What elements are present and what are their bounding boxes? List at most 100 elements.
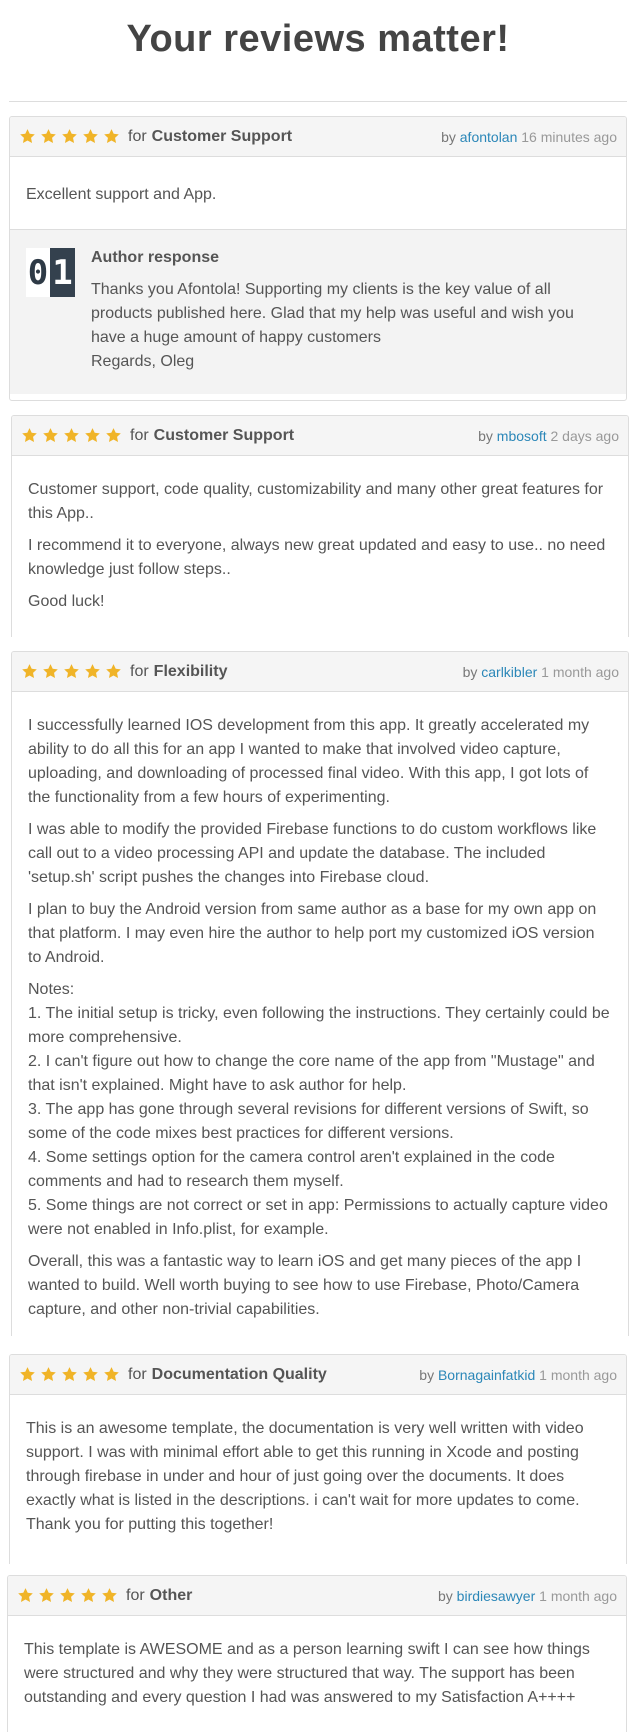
by-label: by [419, 1366, 435, 1383]
notes-heading: Notes: [28, 981, 75, 998]
review-text: This is an awesome template, the documen… [26, 1420, 584, 1533]
review-text: Excellent support and App. [26, 186, 217, 203]
review-card: for Customer Support by afontolan 16 min… [9, 116, 627, 401]
review-meta: by birdiesawyer 1 month ago [438, 1588, 617, 1604]
star-icon [39, 1588, 54, 1602]
by-label: by [441, 128, 456, 145]
author-link[interactable]: mbosoft [497, 428, 547, 444]
star-rating [21, 427, 122, 444]
star-icon [20, 1367, 35, 1381]
response-title: Author response [91, 249, 220, 266]
review-meta: by mbosoft 2 days ago [478, 428, 619, 444]
review-header: for Flexibility by carlkibler 1 month ag… [12, 652, 628, 692]
author-link[interactable]: carlkibler [481, 664, 537, 680]
star-icon [41, 1367, 56, 1381]
reviews-page: Your reviews matter! for Customer Suppor… [0, 0, 636, 1732]
review-category: Customer Support [151, 127, 293, 145]
review-body: This template is AWESOME and as a person… [8, 1616, 626, 1726]
for-label: for [128, 1365, 147, 1383]
review-text: I plan to buy the Android version from s… [28, 901, 597, 966]
star-icon [62, 129, 77, 143]
review-card: for Documentation Quality by Bornagainfa… [9, 1354, 627, 1564]
star-icon [43, 428, 58, 442]
review-time: 1 month ago [539, 1587, 617, 1604]
by-label: by [462, 663, 478, 680]
star-icon [22, 428, 37, 442]
review-meta: by carlkibler 1 month ago [463, 664, 619, 680]
review-text: I successfully learned IOS development f… [28, 717, 590, 806]
review-category: Flexibility [153, 662, 228, 680]
star-icon [41, 129, 56, 143]
review-time: 1 month ago [539, 1366, 617, 1383]
response-text: Thanks you Afontola! Supporting my clien… [91, 281, 574, 346]
review-time: 16 minutes ago [521, 128, 617, 145]
star-icon [106, 664, 121, 678]
star-icon [64, 664, 79, 678]
star-icon [104, 1367, 119, 1381]
star-icon [85, 664, 100, 678]
author-link[interactable]: Bornagainfatkid [438, 1367, 535, 1383]
note-item: 3. The app has gone through several revi… [28, 1101, 589, 1142]
by-label: by [437, 1587, 453, 1604]
author-link[interactable]: birdiesawyer [457, 1588, 536, 1604]
star-icon [102, 1588, 117, 1602]
avatar-digit: 0 [26, 248, 50, 297]
review-body: Customer support, code quality, customiz… [12, 456, 628, 630]
author-response: 0 1 Author response Thanks you Afontola!… [10, 229, 626, 394]
star-icon [83, 1367, 98, 1381]
review-category: Customer Support [153, 426, 295, 444]
review-category: Documentation Quality [151, 1365, 327, 1383]
review-header: for Documentation Quality by Bornagainfa… [10, 1355, 626, 1395]
star-rating [19, 1366, 120, 1383]
review-text: Customer support, code quality, customiz… [28, 481, 604, 522]
note-item: 1. The initial setup is tricky, even fol… [28, 1005, 610, 1046]
star-icon [20, 129, 35, 143]
star-icon [22, 664, 37, 678]
page-title: Your reviews matter! [126, 18, 510, 60]
review-body: Excellent support and App. [10, 157, 626, 229]
review-header: for Customer Support by mbosoft 2 days a… [12, 416, 628, 456]
title-divider [9, 101, 627, 102]
review-text: Overall, this was a fantastic way to lea… [28, 1253, 582, 1318]
review-text: I recommend it to everyone, always new g… [28, 537, 606, 578]
review-meta: by afontolan 16 minutes ago [441, 129, 617, 145]
review-notes: Notes: 1. The initial setup is tricky, e… [28, 978, 612, 1242]
star-icon [106, 428, 121, 442]
note-item: 2. I can't figure out how to change the … [28, 1053, 595, 1094]
review-time: 1 month ago [541, 663, 619, 680]
review-category: Other [149, 1586, 193, 1604]
response-signature: Regards, Oleg [91, 353, 195, 370]
review-meta: by Bornagainfatkid 1 month ago [419, 1367, 617, 1383]
review-card: for Flexibility by carlkibler 1 month ag… [11, 651, 629, 1336]
review-card: for Other by birdiesawyer 1 month ago Th… [7, 1575, 627, 1732]
response-content: Author response Thanks you Afontola! Sup… [91, 248, 610, 374]
star-icon [104, 129, 119, 143]
star-rating [21, 663, 122, 680]
review-text: This template is AWESOME and as a person… [24, 1641, 590, 1706]
for-label: for [126, 1586, 145, 1604]
review-header: for Other by birdiesawyer 1 month ago [8, 1576, 626, 1616]
note-item: 4. Some settings option for the camera c… [28, 1149, 555, 1190]
review-text: Good luck! [28, 593, 105, 610]
for-label: for [128, 127, 147, 145]
by-label: by [478, 427, 493, 444]
star-icon [62, 1367, 77, 1381]
star-icon [18, 1588, 33, 1602]
review-time: 2 days ago [550, 427, 620, 444]
star-icon [81, 1588, 96, 1602]
star-icon [60, 1588, 75, 1602]
star-rating [17, 1587, 118, 1604]
star-icon [83, 129, 98, 143]
avatar: 0 1 [26, 248, 75, 297]
review-card: for Customer Support by mbosoft 2 days a… [11, 415, 629, 637]
note-item: 5. Some things are not correct or set in… [28, 1197, 608, 1238]
author-link[interactable]: afontolan [460, 129, 518, 145]
star-icon [64, 428, 79, 442]
review-text: I was able to modify the provided Fireba… [28, 821, 597, 886]
star-rating [19, 128, 120, 145]
review-body: This is an awesome template, the documen… [10, 1395, 626, 1553]
star-icon [85, 428, 100, 442]
star-icon [43, 664, 58, 678]
review-header: for Customer Support by afontolan 16 min… [10, 117, 626, 157]
review-body: I successfully learned IOS development f… [12, 692, 628, 1336]
